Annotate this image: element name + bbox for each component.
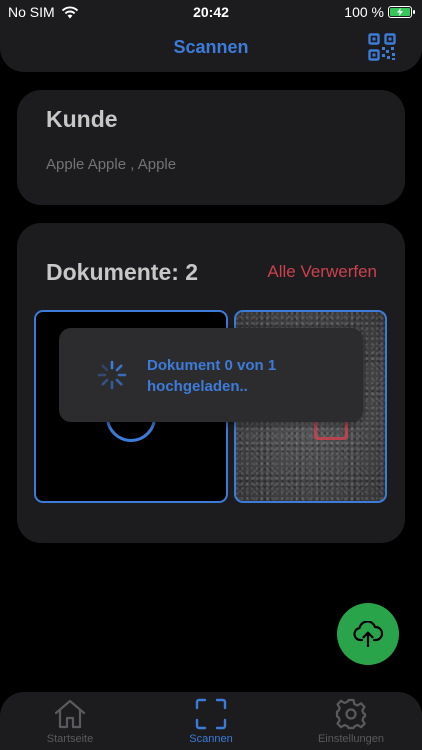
tab-einstellungen[interactable]: Einstellungen — [296, 698, 406, 748]
customer-card[interactable]: Kunde Apple Apple , Apple — [17, 90, 405, 205]
upload-status-line1: Dokument 0 von 1 — [147, 357, 277, 374]
gear-icon — [335, 698, 367, 730]
scan-icon — [195, 698, 227, 730]
loading-spinner-icon — [97, 360, 127, 390]
tab-startseite[interactable]: Startseite — [15, 698, 125, 748]
tab-label-startseite: Startseite — [46, 733, 94, 745]
discard-all-button[interactable]: Alle Verwerfen — [267, 262, 377, 282]
page-title: Scannen — [173, 37, 249, 57]
cloud-upload-icon — [353, 621, 383, 647]
upload-progress-toast: Dokument 0 von 1 hochgeladen.. — [59, 328, 363, 422]
tab-label-scannen: Scannen — [189, 733, 233, 745]
upload-status-text: Dokument 0 von 1 hochgeladen.. — [147, 355, 347, 397]
customer-name: Apple Apple , Apple — [46, 156, 177, 173]
upload-button[interactable] — [337, 603, 399, 665]
battery-percent: 100 % — [344, 4, 384, 20]
customer-title: Kunde — [46, 106, 118, 132]
tab-scannen[interactable]: Scannen — [156, 698, 266, 748]
charging-bolt-icon — [397, 8, 403, 16]
battery-icon — [388, 6, 415, 18]
tab-bar: Startseite Scannen Einstellungen — [0, 692, 422, 750]
tab-label-einstellungen: Einstellungen — [317, 733, 385, 745]
status-bar: No SIM 20:42 100 % — [0, 0, 422, 24]
documents-title: Dokumente: 2 — [46, 259, 199, 285]
qr-code-icon[interactable] — [368, 33, 396, 61]
home-icon — [54, 699, 86, 729]
upload-status-line2: hochgeladen.. — [147, 378, 248, 395]
